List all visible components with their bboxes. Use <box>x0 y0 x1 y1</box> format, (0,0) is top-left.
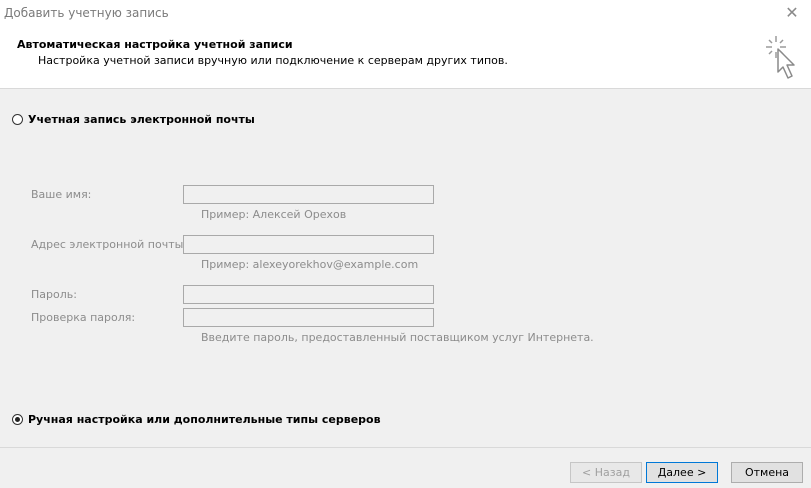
wizard-header: Автоматическая настройка учетной записи … <box>0 26 811 89</box>
password-field[interactable] <box>183 285 434 304</box>
name-hint: Пример: Алексей Орехов <box>201 208 347 221</box>
password-confirm-label: Проверка пароля: <box>31 311 136 324</box>
email-account-radio[interactable] <box>12 114 23 125</box>
wizard-cursor-icon <box>766 36 795 79</box>
email-hint: Пример: alexeyorekhov@example.com <box>201 258 419 271</box>
name-label: Ваше имя: <box>31 188 92 201</box>
email-label: Адрес электронной почты: <box>31 238 188 251</box>
header-title: Автоматическая настройка учетной записи <box>17 38 293 51</box>
password-confirm-field[interactable] <box>183 308 434 327</box>
manual-setup-radio[interactable] <box>12 414 23 425</box>
back-button[interactable]: < Назад <box>570 462 642 483</box>
email-field[interactable] <box>183 235 434 254</box>
name-field[interactable] <box>183 185 434 204</box>
footer-divider <box>0 447 811 448</box>
email-account-label[interactable]: Учетная запись электронной почты <box>28 113 255 126</box>
password-label: Пароль: <box>31 288 77 301</box>
password-hint: Введите пароль, предоставленный поставщи… <box>201 331 594 344</box>
cancel-button[interactable]: Отмена <box>731 462 803 483</box>
header-subtitle: Настройка учетной записи вручную или под… <box>38 54 508 67</box>
close-button[interactable]: ✕ <box>781 2 803 22</box>
close-icon: ✕ <box>785 2 799 22</box>
title-bar: Добавить учетную запись ✕ <box>0 0 811 26</box>
manual-setup-label[interactable]: Ручная настройка или дополнительные типы… <box>28 413 381 426</box>
window-title: Добавить учетную запись <box>4 6 169 20</box>
next-button[interactable]: Далее > <box>646 462 718 483</box>
